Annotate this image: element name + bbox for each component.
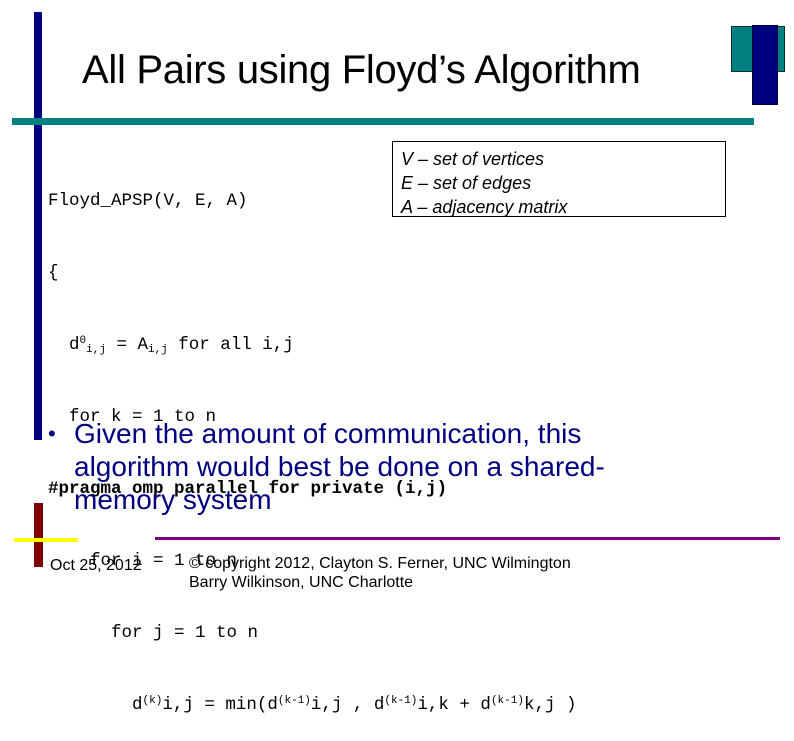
footer-date: Oct 25, 2012 bbox=[50, 557, 142, 574]
legend-item-adjacency: A – adjacency matrix bbox=[401, 197, 568, 217]
code-line-init: d0i,j = Ai,j for all i,j bbox=[69, 335, 294, 356]
legend-item-edges: E – set of edges bbox=[401, 173, 532, 193]
footer-copyright: © copyright 2012, Clayton S. Ferner, UNC… bbox=[189, 554, 571, 592]
footer-accent-maroon-bar bbox=[34, 503, 43, 567]
variable-legend-box: V – set of vertices E – set of edges A –… bbox=[392, 141, 726, 217]
left-accent-bar bbox=[34, 12, 42, 440]
bullet-text: Given the amount of communication, this … bbox=[74, 418, 605, 515]
corner-decoration-navy bbox=[752, 25, 778, 105]
title-underline-rule bbox=[12, 118, 754, 125]
footer-rule bbox=[155, 537, 780, 540]
copyright-line-1: © copyright 2012, Clayton S. Ferner, UNC… bbox=[189, 555, 571, 572]
bullet-point: • Given the amount of communication, thi… bbox=[48, 417, 688, 516]
slide-title: All Pairs using Floyd’s Algorithm bbox=[82, 48, 641, 92]
code-line-open-brace: { bbox=[48, 263, 59, 283]
code-line-for-j: for j = 1 to n bbox=[48, 623, 259, 643]
code-line-update: d(k)i,j = min(d(k-1)i,j , d(k-1)i,k + d(… bbox=[132, 695, 577, 715]
legend-item-vertices: V – set of vertices bbox=[401, 149, 545, 169]
copyright-line-2: Barry Wilkinson, UNC Charlotte bbox=[189, 574, 414, 591]
bullet-marker-icon: • bbox=[48, 421, 56, 446]
footer-accent-yellow-line bbox=[14, 538, 78, 542]
